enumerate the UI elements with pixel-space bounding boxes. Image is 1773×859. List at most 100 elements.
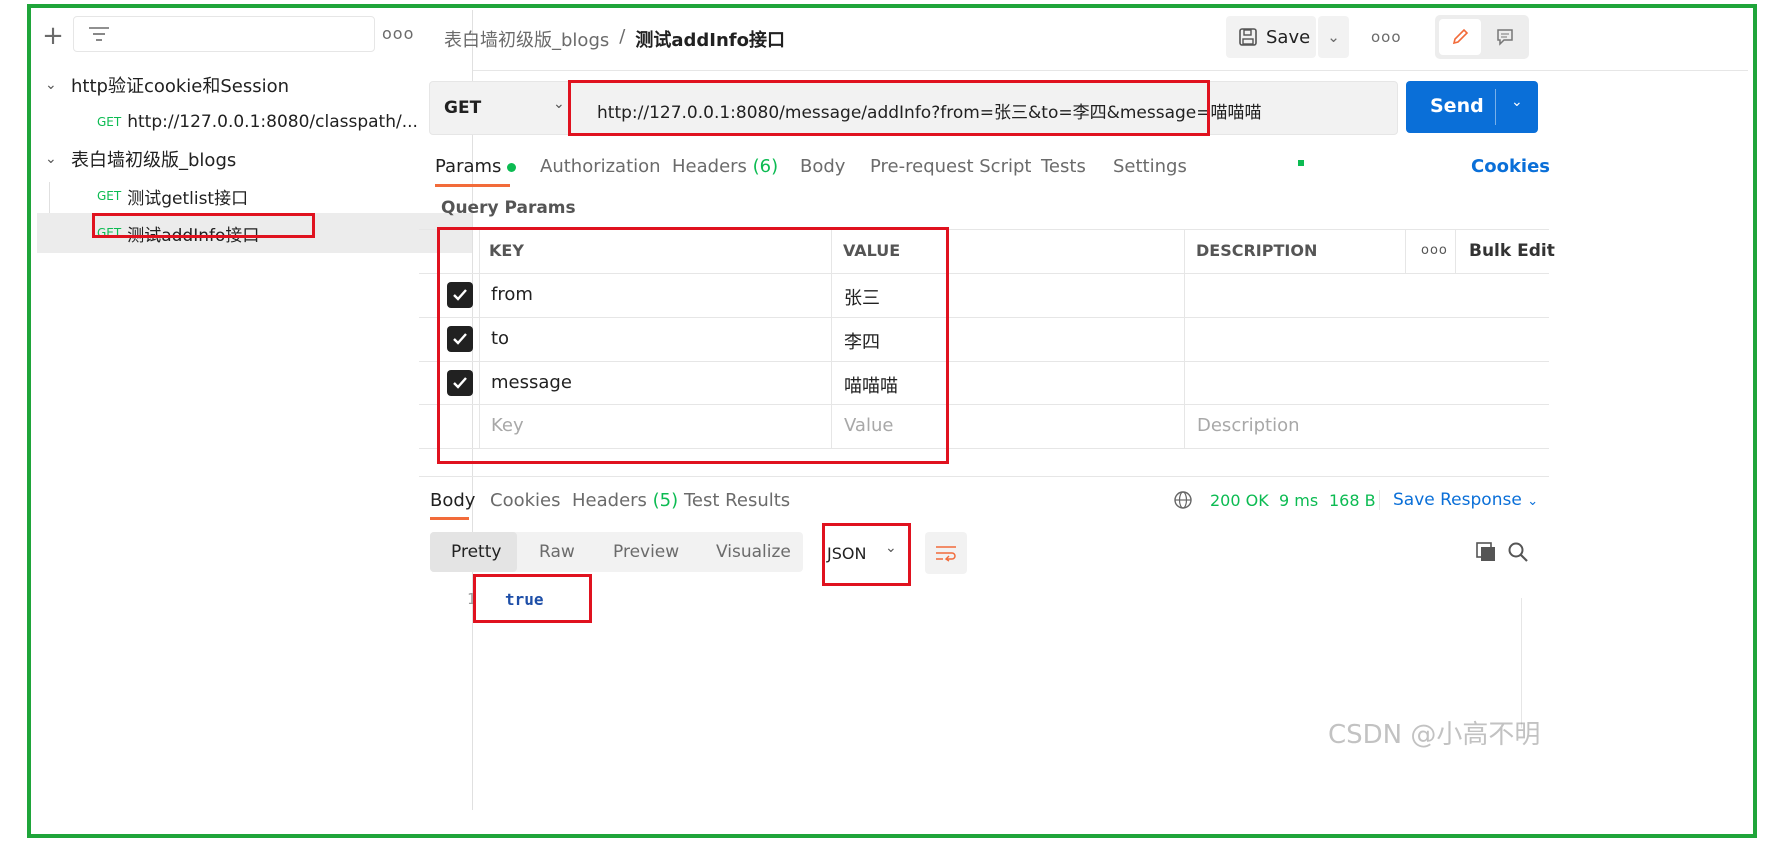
tab-response-body[interactable]: Body (430, 490, 475, 511)
request-name: 测试getlist接口 (127, 188, 249, 209)
save-dropdown-button[interactable]: ⌄ (1318, 16, 1349, 58)
param-value[interactable]: 喵喵喵 (844, 372, 898, 398)
new-description-input[interactable]: Description (1197, 415, 1300, 436)
response-size[interactable]: 168 B (1329, 491, 1376, 510)
tab-response-cookies[interactable]: Cookies (490, 490, 560, 511)
request-item-selected[interactable]: GET 测试addInfo接口 (37, 213, 472, 253)
chevron-down-icon: ⌄ (1527, 494, 1539, 509)
filter-icon (89, 27, 109, 41)
view-mode-group: Pretty Raw Preview Visualize (430, 532, 803, 572)
param-value[interactable]: 李四 (844, 328, 880, 354)
tab-authorization[interactable]: Authorization (540, 156, 661, 177)
pencil-icon (1452, 28, 1469, 45)
bulk-edit-button[interactable]: Bulk Edit (1469, 241, 1555, 261)
table-border (1184, 229, 1185, 448)
chevron-down-icon: ⌄ (45, 151, 57, 167)
chevron-down-icon: ⌄ (45, 77, 57, 93)
chevron-down-icon[interactable]: ⌄ (553, 96, 565, 112)
cookies-link[interactable]: Cookies (1471, 156, 1550, 177)
send-button[interactable]: Send ⌄ (1406, 81, 1538, 133)
tab-settings[interactable]: Settings (1113, 156, 1187, 177)
request-item[interactable]: GET http://127.0.0.1:8080/classpath/... (37, 102, 472, 142)
table-border (479, 229, 480, 448)
tab-headers[interactable]: Headers (6) (672, 156, 778, 177)
sidebar: + ooo ⌄ http验证cookie和Session GET http://… (37, 10, 473, 810)
checkmark-icon (453, 377, 467, 389)
breadcrumb-separator: / (619, 26, 626, 47)
tab-response-headers[interactable]: Headers (5) (572, 490, 678, 511)
view-preview-button[interactable]: Preview (613, 542, 679, 562)
table-border (419, 317, 1549, 318)
column-header-key: KEY (489, 241, 524, 260)
query-params-title: Query Params (441, 198, 576, 218)
scrollbar-track[interactable] (1521, 598, 1522, 728)
method-badge: GET (97, 226, 122, 240)
request-name: 测试addInfo接口 (127, 225, 260, 246)
table-border (1405, 229, 1406, 273)
view-visualize-button[interactable]: Visualize (716, 542, 791, 562)
active-tab-indicator (430, 517, 469, 520)
table-border (419, 361, 1549, 362)
row-checkbox[interactable] (447, 326, 473, 352)
divider (1495, 89, 1496, 125)
param-key[interactable]: to (491, 328, 509, 349)
copy-icon[interactable] (1475, 541, 1497, 563)
collection-item[interactable]: ⌄ http验证cookie和Session (37, 65, 472, 105)
param-value[interactable]: 张三 (844, 284, 880, 310)
save-label: Save (1266, 26, 1311, 48)
tab-params[interactable]: Params (435, 156, 517, 177)
view-toggle (1435, 15, 1529, 59)
response-body-value[interactable]: true (505, 590, 544, 609)
more-options-icon[interactable]: ooo (1371, 28, 1402, 46)
globe-icon[interactable] (1173, 490, 1193, 510)
url-input[interactable]: http://127.0.0.1:8080/message/addInfo?fr… (597, 98, 1262, 123)
tab-body[interactable]: Body (800, 156, 845, 177)
response-divider (419, 476, 1549, 477)
response-time[interactable]: 9 ms (1279, 491, 1318, 510)
more-options-icon[interactable]: ooo (382, 24, 414, 43)
response-tabs: Body Cookies Headers (5) Test Results (430, 490, 1130, 520)
tab-tests[interactable]: Tests (1041, 156, 1086, 177)
row-checkbox[interactable] (447, 370, 473, 396)
chevron-down-icon[interactable]: ⌄ (1511, 94, 1523, 110)
save-response-button[interactable]: Save Response ⌄ (1393, 490, 1538, 510)
search-icon[interactable] (1507, 541, 1529, 563)
param-key[interactable]: message (491, 372, 572, 393)
column-header-description: DESCRIPTION (1196, 241, 1318, 260)
checkmark-icon (453, 333, 467, 345)
request-item[interactable]: GET 测试getlist接口 (37, 176, 472, 216)
status-code[interactable]: 200 OK (1210, 491, 1269, 510)
collection-name: 表白墙初级版_blogs (71, 150, 237, 171)
table-border (419, 273, 1549, 274)
checkmark-icon (453, 289, 467, 301)
send-label: Send (1430, 95, 1484, 117)
tab-test-results[interactable]: Test Results (684, 490, 790, 511)
view-pretty-button[interactable]: Pretty (451, 542, 501, 562)
save-button[interactable]: Save (1226, 16, 1316, 58)
chevron-down-icon[interactable]: ⌄ (885, 540, 897, 556)
new-value-input[interactable]: Value (844, 415, 893, 436)
method-badge: GET (97, 115, 122, 129)
breadcrumb-collection[interactable]: 表白墙初级版_blogs (444, 26, 609, 52)
filter-input[interactable] (73, 16, 375, 52)
request-title[interactable]: 测试addInfo接口 (635, 26, 785, 52)
param-key[interactable]: from (491, 284, 533, 305)
comment-mode-button[interactable] (1485, 19, 1525, 55)
method-badge: GET (97, 189, 122, 203)
wrap-icon (936, 546, 956, 562)
collection-item[interactable]: ⌄ 表白墙初级版_blogs (37, 139, 472, 179)
add-icon[interactable]: + (39, 21, 67, 51)
watermark: CSDN @小高不明 (1328, 720, 1541, 750)
breadcrumb: 表白墙初级版_blogs / 测试addInfo接口 (444, 26, 785, 52)
view-raw-button[interactable]: Raw (539, 542, 575, 562)
active-tab-indicator (435, 184, 510, 187)
method-select[interactable]: GET (444, 98, 481, 118)
more-options-icon[interactable]: ooo (1421, 243, 1448, 258)
tab-prerequest-script[interactable]: Pre-request Script (870, 156, 1031, 177)
edit-mode-button[interactable] (1439, 19, 1481, 55)
format-select[interactable]: JSON (827, 544, 866, 563)
wrap-lines-button[interactable] (925, 532, 967, 574)
row-checkbox[interactable] (447, 282, 473, 308)
new-key-input[interactable]: Key (491, 415, 524, 436)
status-dot (507, 163, 517, 172)
